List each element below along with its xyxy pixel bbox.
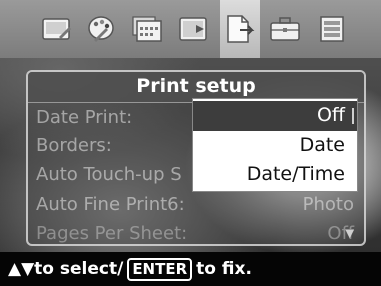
scroll-down-icon: ▼ — [345, 227, 354, 240]
toolbox-icon — [270, 17, 300, 41]
enter-key-icon: ENTER — [127, 257, 193, 281]
setting-label: Pages Per Sheet: — [36, 223, 188, 244]
tab-slideshow[interactable] — [174, 10, 214, 48]
help-footer: ▲▼ to select/ ENTER to fix. — [0, 252, 381, 286]
image-edit-icon — [42, 18, 71, 40]
dropdown-option-date[interactable]: Date — [193, 131, 357, 161]
tab-toolbox[interactable] — [265, 10, 305, 48]
tab-calendar[interactable] — [127, 10, 167, 48]
footer-text-select: to select/ — [34, 259, 124, 279]
up-down-arrows-icon: ▲▼ — [8, 259, 35, 279]
setting-label: Auto Fine Print6: — [36, 194, 185, 215]
tab-palette[interactable] — [82, 10, 122, 48]
footer-text-fix: to fix. — [196, 259, 252, 279]
calendar-icon — [132, 16, 162, 42]
menu-icon-bar — [0, 0, 381, 58]
dropdown-option-off[interactable]: Off — [193, 101, 357, 131]
setting-label: Borders: — [36, 135, 112, 156]
tab-print-setup[interactable] — [220, 0, 260, 58]
print-setup-icon — [227, 15, 255, 43]
scrollbar-thumb[interactable] — [352, 108, 354, 124]
slideshow-icon — [179, 17, 207, 41]
print-setup-screen: Print setup Date Print: Borders: Auto To… — [0, 0, 381, 286]
settings-icon — [320, 16, 344, 42]
palette-icon — [88, 16, 114, 42]
setting-row-auto-fine-print[interactable]: Auto Fine Print6: Photo — [34, 192, 354, 222]
tab-settings[interactable] — [312, 10, 352, 48]
setting-row-pages-per-sheet[interactable]: Pages Per Sheet: Off — [34, 221, 354, 251]
dropdown-option-date-time[interactable]: Date/Time — [193, 160, 357, 190]
setting-label: Auto Touch-up S — [36, 164, 182, 185]
tab-image-edit[interactable] — [37, 10, 77, 48]
panel-title: Print setup — [136, 75, 256, 97]
setting-value: Photo — [302, 194, 354, 215]
date-print-dropdown[interactable]: Off Date Date/Time — [192, 98, 358, 192]
setting-label: Date Print: — [36, 107, 133, 128]
